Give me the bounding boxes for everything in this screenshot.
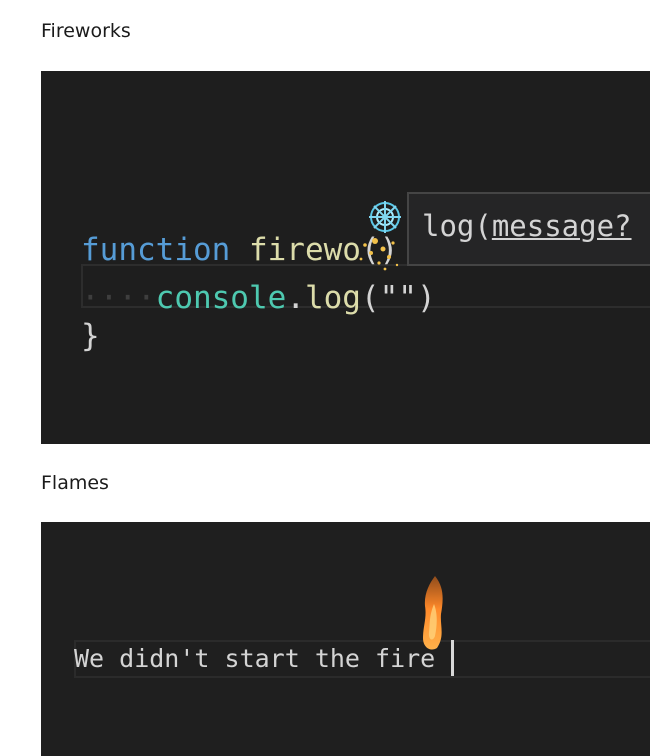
console-object: console [155,280,287,316]
member-dot: . [286,280,305,316]
code-line-3: } [81,318,100,354]
keyword-function: function [81,232,231,268]
flame-icon [423,576,443,650]
parameter-hint-text: log(message? [422,212,632,241]
flames-text-line: We didn't start the fire [74,644,436,673]
fireworks-editor[interactable]: function firewo() { ····console.log("") … [41,71,650,444]
text-cursor [451,640,454,676]
hint-parameter: message? [491,209,632,243]
hint-prefix: log( [422,209,492,243]
section-title-flames: Flames [41,472,109,494]
flames-editor[interactable]: We didn't start the fire [41,522,650,756]
log-args: ("") [360,280,436,316]
log-method: log [304,280,361,316]
firework-burst-icon [359,201,401,271]
indent-whitespace: ···· [81,280,156,316]
parameter-hint-tooltip: log(message? [407,192,650,266]
section-title-fireworks: Fireworks [41,20,131,42]
code-line-2: ····console.log("") [81,283,436,314]
